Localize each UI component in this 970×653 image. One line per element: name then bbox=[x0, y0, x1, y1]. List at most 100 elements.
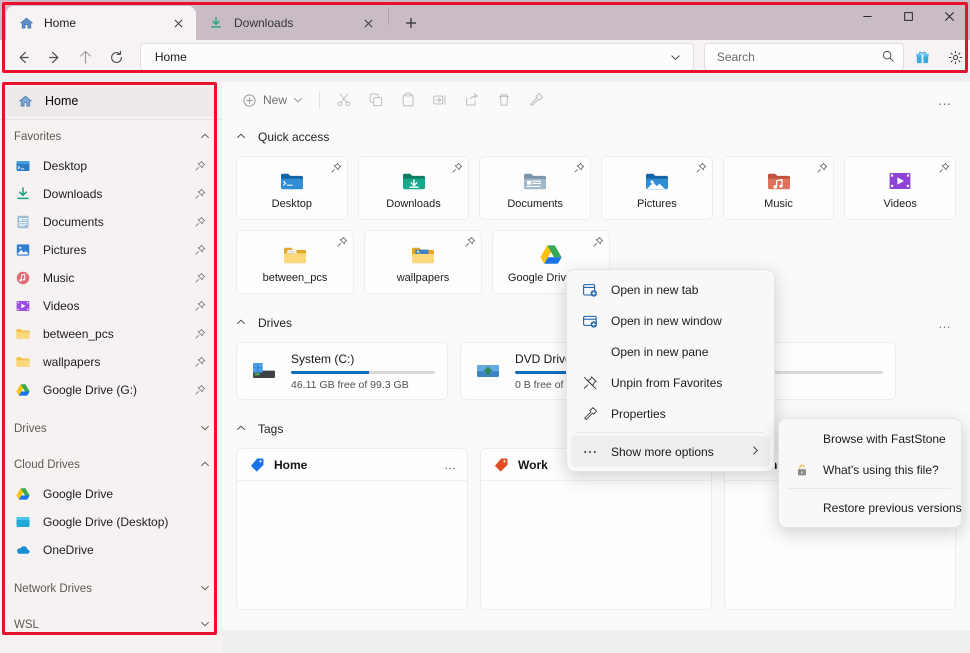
context-menu-item-open-new-pane[interactable]: Open in new pane bbox=[571, 336, 770, 367]
sidebar-group-network-drives[interactable]: Network Drives bbox=[0, 574, 222, 604]
pin-icon[interactable] bbox=[464, 235, 476, 253]
copy-icon[interactable] bbox=[360, 86, 392, 114]
quick-access-card[interactable]: wallpapers bbox=[364, 230, 482, 294]
search-icon[interactable] bbox=[881, 49, 895, 66]
pin-icon[interactable] bbox=[330, 161, 342, 179]
gear-icon[interactable] bbox=[941, 43, 970, 71]
download-icon bbox=[208, 15, 224, 31]
tab-downloads[interactable]: Downloads bbox=[196, 6, 386, 40]
pin-icon[interactable] bbox=[192, 244, 208, 256]
context-menu-item-open-new-window[interactable]: Open in new window bbox=[571, 305, 770, 336]
chevron-down-icon[interactable] bbox=[200, 619, 210, 631]
pin-icon[interactable] bbox=[592, 235, 604, 253]
chevron-up-icon[interactable] bbox=[236, 317, 258, 330]
quick-access-card[interactable]: Music bbox=[723, 156, 835, 220]
submenu-item-restore-previous-versions[interactable]: Restore previous versions bbox=[783, 492, 957, 523]
pin-icon[interactable] bbox=[695, 161, 707, 179]
drive-card[interactable]: System (C:) 46.11 GB free of 99.3 GB bbox=[236, 342, 448, 400]
tag-overflow-button[interactable]: … bbox=[444, 458, 457, 472]
new-button[interactable]: New bbox=[234, 86, 311, 114]
pin-icon[interactable] bbox=[336, 235, 348, 253]
command-bar-overflow-button[interactable]: … bbox=[930, 86, 960, 114]
sidebar-item-onedrive[interactable]: OneDrive bbox=[4, 536, 218, 564]
sidebar-item-desktop[interactable]: Desktop bbox=[4, 152, 218, 180]
minimize-icon[interactable] bbox=[847, 0, 888, 32]
submenu-item-browse-with-faststone[interactable]: Browse with FastStone bbox=[783, 423, 957, 454]
drives-overflow-button[interactable]: … bbox=[938, 316, 952, 331]
sidebar-group-cloud-drives[interactable]: Cloud Drives bbox=[0, 450, 222, 480]
chevron-up-icon[interactable] bbox=[236, 423, 258, 436]
pin-icon[interactable] bbox=[573, 161, 585, 179]
sidebar-item-google-drive-g[interactable]: Google Drive (G:) bbox=[4, 376, 218, 404]
address-input[interactable]: Home bbox=[140, 43, 694, 71]
sidebar-item-music[interactable]: Music bbox=[4, 264, 218, 292]
pin-icon[interactable] bbox=[192, 384, 208, 396]
pin-icon[interactable] bbox=[938, 161, 950, 179]
pin-icon[interactable] bbox=[192, 300, 208, 312]
properties-icon[interactable] bbox=[520, 86, 552, 114]
search-input[interactable]: Search bbox=[704, 43, 904, 71]
sidebar-item-google-drive[interactable]: Google Drive bbox=[4, 480, 218, 508]
forward-arrow-icon[interactable] bbox=[39, 42, 70, 72]
pin-icon[interactable] bbox=[192, 356, 208, 368]
pin-icon[interactable] bbox=[192, 272, 208, 284]
context-menu-item-show-more-options[interactable]: Show more options bbox=[571, 436, 770, 467]
sidebar-item-google-drive-desktop[interactable]: Google Drive (Desktop) bbox=[4, 508, 218, 536]
pin-icon[interactable] bbox=[192, 188, 208, 200]
sidebar-item-downloads[interactable]: Downloads bbox=[4, 180, 218, 208]
sidebar-item-videos[interactable]: Videos bbox=[4, 292, 218, 320]
navigation-sidebar[interactable]: Home Favorites Desktop Downloads bbox=[0, 82, 222, 653]
quick-access-card[interactable]: Videos bbox=[844, 156, 956, 220]
pin-icon[interactable] bbox=[816, 161, 828, 179]
pin-icon[interactable] bbox=[192, 160, 208, 172]
submenu-item-whats-using-this-file[interactable]: What's using this file? bbox=[783, 454, 957, 485]
delete-icon[interactable] bbox=[488, 86, 520, 114]
maximize-icon[interactable] bbox=[888, 0, 929, 32]
close-icon[interactable] bbox=[358, 13, 378, 33]
card-label: Desktop bbox=[272, 198, 312, 210]
sidebar-group-drives[interactable]: Drives bbox=[0, 414, 222, 444]
tag-card[interactable]: Home … bbox=[236, 448, 468, 610]
cut-icon[interactable] bbox=[328, 86, 360, 114]
tab-home[interactable]: Home bbox=[6, 6, 196, 40]
sidebar-group-favorites[interactable]: Favorites bbox=[0, 122, 222, 152]
pin-icon[interactable] bbox=[451, 161, 463, 179]
gift-icon[interactable] bbox=[908, 43, 937, 71]
chevron-up-icon[interactable] bbox=[200, 131, 210, 143]
chevron-down-icon[interactable] bbox=[665, 52, 687, 63]
sidebar-item-pictures[interactable]: Pictures bbox=[4, 236, 218, 264]
pin-icon[interactable] bbox=[192, 328, 208, 340]
section-header-quick-access[interactable]: Quick access bbox=[222, 122, 970, 152]
sidebar-group-wsl[interactable]: WSL bbox=[0, 610, 222, 640]
new-tab-button[interactable] bbox=[397, 9, 425, 37]
sidebar-item-between-pcs[interactable]: between_pcs bbox=[4, 320, 218, 348]
empty-icon bbox=[793, 499, 811, 517]
context-menu[interactable]: Open in new tab Open in new window Open … bbox=[566, 269, 775, 472]
close-icon[interactable] bbox=[929, 0, 970, 32]
rename-icon[interactable] bbox=[424, 86, 456, 114]
chevron-down-icon[interactable] bbox=[200, 583, 210, 595]
share-icon[interactable] bbox=[456, 86, 488, 114]
context-submenu[interactable]: Browse with FastStone What's using this … bbox=[778, 418, 962, 528]
up-arrow-icon[interactable] bbox=[70, 42, 101, 72]
quick-access-card[interactable]: Documents bbox=[479, 156, 591, 220]
chevron-down-icon[interactable] bbox=[200, 423, 210, 435]
chevron-up-icon[interactable] bbox=[236, 131, 258, 144]
chevron-up-icon[interactable] bbox=[200, 459, 210, 471]
back-arrow-icon[interactable] bbox=[8, 42, 39, 72]
sidebar-item-wallpapers[interactable]: wallpapers bbox=[4, 348, 218, 376]
close-icon[interactable] bbox=[168, 13, 188, 33]
context-menu-item-unpin-from-favorites[interactable]: Unpin from Favorites bbox=[571, 367, 770, 398]
quick-access-card[interactable]: between_pcs bbox=[236, 230, 354, 294]
quick-access-card[interactable]: Pictures bbox=[601, 156, 713, 220]
tag-card[interactable]: Work … bbox=[480, 448, 712, 610]
quick-access-card[interactable]: Desktop bbox=[236, 156, 348, 220]
context-menu-item-properties[interactable]: Properties bbox=[571, 398, 770, 429]
paste-icon[interactable] bbox=[392, 86, 424, 114]
context-menu-item-open-new-tab[interactable]: Open in new tab bbox=[571, 274, 770, 305]
sidebar-item-documents[interactable]: Documents bbox=[4, 208, 218, 236]
refresh-icon[interactable] bbox=[101, 42, 132, 72]
sidebar-item-home[interactable]: Home bbox=[6, 86, 216, 116]
pin-icon[interactable] bbox=[192, 216, 208, 228]
quick-access-card[interactable]: Downloads bbox=[358, 156, 470, 220]
